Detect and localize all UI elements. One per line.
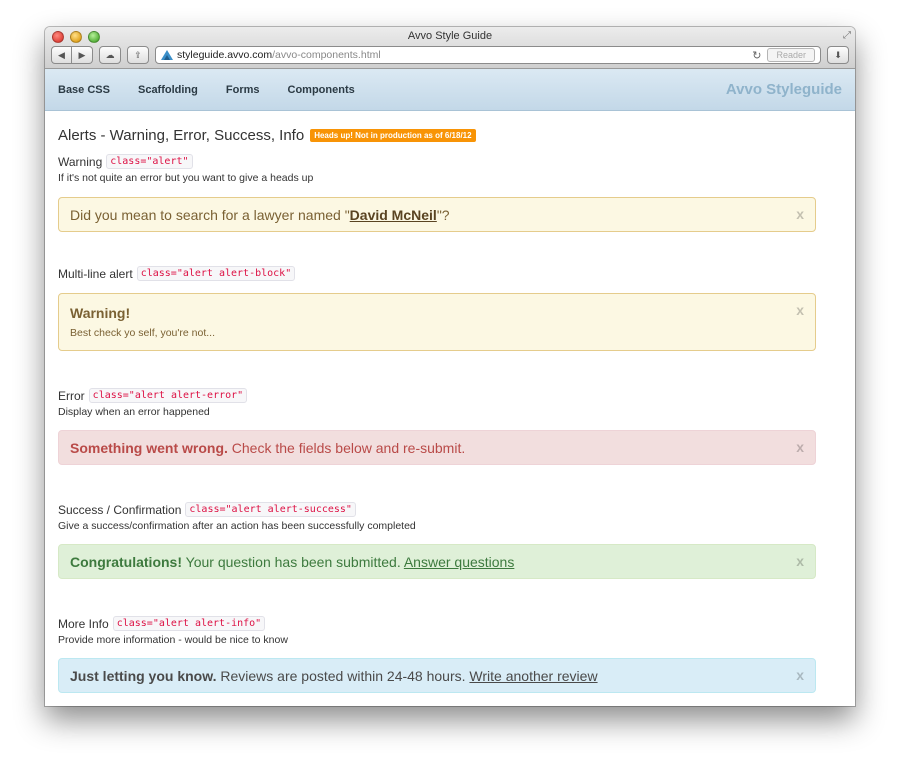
- reload-icon[interactable]: ↻: [752, 49, 761, 62]
- history-nav: ◀ ▶: [51, 46, 93, 64]
- cloud-icon: ☁: [105, 49, 115, 60]
- reader-button[interactable]: Reader: [767, 48, 815, 62]
- info-alert-text: Just letting you know. Reviews are poste…: [70, 668, 598, 684]
- lawyer-name-link[interactable]: David McNeil: [350, 207, 437, 223]
- success-alert: Congratulations! Your question has been …: [58, 544, 816, 579]
- page-title-row: Alerts - Warning, Error, Success, Info H…: [58, 127, 842, 144]
- multiline-alert-title: Warning!: [70, 305, 131, 321]
- success-alert-message: Your question has been submitted.: [182, 553, 404, 570]
- error-alert-message: Check the fields below and re-submit.: [227, 439, 466, 456]
- success-label-row: Success / Confirmation class="alert aler…: [58, 502, 842, 517]
- error-class-code: class="alert alert-error": [88, 388, 248, 403]
- error-label: Error: [58, 388, 85, 403]
- close-icon[interactable]: x: [796, 439, 804, 455]
- success-alert-text: Congratulations! Your question has been …: [70, 554, 514, 570]
- info-alert-message: Reviews are posted within 24-48 hours.: [216, 667, 470, 684]
- nav-link-scaffolding[interactable]: Scaffolding: [138, 84, 198, 96]
- info-class-code: class="alert alert-info": [112, 616, 266, 631]
- close-icon[interactable]: x: [796, 206, 804, 222]
- multiline-alert-body: Best check yo self, you're not...: [70, 327, 215, 339]
- back-arrow-icon: ◀: [58, 49, 65, 60]
- warning-description: If it's not quite an error but you want …: [58, 172, 314, 184]
- success-label: Success / Confirmation: [58, 502, 182, 517]
- error-alert-text: Something went wrong. Check the fields b…: [70, 440, 465, 456]
- warning-alert-suffix: "?: [436, 206, 450, 223]
- warning-label-row: Warning class="alert": [58, 154, 842, 169]
- download-icon: ⬇: [834, 49, 842, 60]
- warning-class-code: class="alert": [106, 154, 193, 169]
- share-button[interactable]: ⇪: [127, 46, 149, 64]
- multiline-alert: Warning! Best check yo self, you're not.…: [58, 293, 816, 351]
- close-icon[interactable]: x: [796, 667, 804, 683]
- forward-arrow-icon: ▶: [78, 49, 86, 60]
- answer-questions-link[interactable]: Answer questions: [404, 554, 515, 570]
- forward-button[interactable]: ▶: [72, 46, 93, 64]
- browser-toolbar: ◀ ▶ ☁ ⇪ styleguide.avvo.com/avvo-compone…: [51, 45, 849, 65]
- site-navbar: Base CSS Scaffolding Forms Components Av…: [45, 69, 855, 111]
- info-description: Provide more information - would be nice…: [58, 634, 288, 646]
- warning-alert-prefix: Did you mean to search for a lawyer name…: [70, 206, 350, 223]
- address-host: styleguide.avvo.com: [177, 49, 273, 61]
- warning-alert-text: Did you mean to search for a lawyer name…: [70, 207, 450, 223]
- error-alert-strong: Something went wrong.: [70, 439, 228, 456]
- write-review-link[interactable]: Write another review: [469, 668, 597, 684]
- nav-link-base-css[interactable]: Base CSS: [58, 84, 110, 96]
- nav-link-components[interactable]: Components: [288, 84, 355, 96]
- multiline-class-code: class="alert alert-block": [136, 266, 296, 281]
- fullscreen-icon[interactable]: ⤢: [843, 30, 851, 41]
- info-alert-strong: Just letting you know.: [70, 667, 217, 684]
- info-label-row: More Info class="alert alert-info": [58, 616, 842, 631]
- close-icon[interactable]: x: [796, 553, 804, 569]
- window-title: Avvo Style Guide: [407, 30, 493, 42]
- main-content: Alerts - Warning, Error, Success, Info H…: [45, 111, 855, 693]
- error-description: Display when an error happened: [58, 406, 210, 418]
- warning-label: Warning: [58, 154, 103, 169]
- nav-link-forms[interactable]: Forms: [226, 84, 260, 96]
- icloud-tabs-button[interactable]: ☁: [99, 46, 121, 64]
- share-icon: ⇪: [134, 49, 142, 60]
- status-badge: Heads up! Not in production as of 6/18/1…: [310, 129, 476, 142]
- close-icon[interactable]: x: [796, 302, 804, 318]
- error-label-row: Error class="alert alert-error": [58, 388, 842, 403]
- error-alert: Something went wrong. Check the fields b…: [58, 430, 816, 465]
- info-label: More Info: [58, 616, 109, 631]
- warning-alert: Did you mean to search for a lawyer name…: [58, 197, 816, 232]
- back-button[interactable]: ◀: [51, 46, 72, 64]
- address-path: /avvo-components.html: [272, 49, 381, 61]
- title-bar: Avvo Style Guide ⤢ ◀ ▶ ☁ ⇪ styleguide.av…: [45, 27, 855, 69]
- browser-window: Avvo Style Guide ⤢ ◀ ▶ ☁ ⇪ styleguide.av…: [45, 27, 855, 706]
- multiline-label-row: Multi-line alert class="alert alert-bloc…: [58, 266, 842, 281]
- info-alert: Just letting you know. Reviews are poste…: [58, 658, 816, 693]
- multiline-label: Multi-line alert: [58, 266, 133, 281]
- address-bar[interactable]: styleguide.avvo.com/avvo-components.html…: [155, 46, 821, 64]
- success-description: Give a success/confirmation after an act…: [58, 520, 416, 532]
- downloads-button[interactable]: ⬇: [827, 46, 849, 64]
- success-alert-strong: Congratulations!: [70, 553, 182, 570]
- success-class-code: class="alert alert-success": [185, 502, 356, 517]
- page-title: Alerts - Warning, Error, Success, Info: [58, 127, 305, 144]
- brand-logo-text[interactable]: Avvo Styleguide: [726, 81, 842, 98]
- site-favicon-icon: [161, 50, 173, 60]
